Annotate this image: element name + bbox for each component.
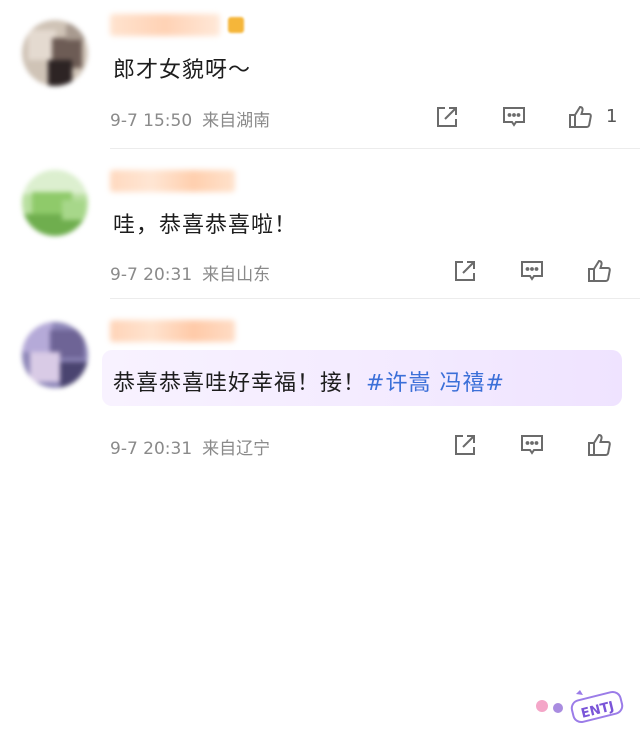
username-blurred[interactable] — [110, 320, 235, 342]
share-button[interactable] — [432, 102, 462, 132]
comment-button[interactable] — [517, 430, 547, 460]
comment-text-main: 恭喜恭喜哇好幸福！接！ — [113, 371, 367, 396]
comment-item: 恭喜恭喜哇好幸福！接！#许嵩 冯禧# ENTJ 9-7 20:31 来自辽宁 — [0, 300, 640, 724]
avatar[interactable] — [22, 322, 88, 388]
like-count: 1 — [606, 106, 618, 127]
username-blurred[interactable] — [110, 170, 235, 192]
entj-sticker-icon: ENTJ — [536, 690, 624, 724]
share-button[interactable] — [450, 430, 480, 460]
comment-text: 哇，恭喜恭喜啦！ — [113, 213, 298, 238]
comment-icon — [521, 261, 543, 281]
share-icon — [437, 107, 457, 127]
comment-button[interactable] — [517, 256, 547, 286]
comment-location: 来自湖南 — [202, 111, 271, 131]
divider — [110, 148, 640, 149]
avatar[interactable] — [22, 20, 88, 86]
comment-location: 来自山东 — [202, 265, 271, 285]
comment-icon — [521, 435, 543, 455]
comment-text: 郎才女貌呀～ — [113, 58, 252, 83]
share-button[interactable] — [450, 256, 480, 286]
comment-meta: 9-7 15:50 来自湖南 — [110, 106, 270, 131]
comment-item: 郎才女貌呀～ 9-7 15:50 来自湖南 1 — [0, 0, 640, 150]
comment-time: 9-7 20:31 — [110, 265, 193, 285]
vip-badge-icon — [228, 17, 244, 33]
comment-icon — [503, 107, 525, 127]
share-icon — [455, 261, 475, 281]
hashtag-link[interactable]: #许嵩 冯禧# — [366, 371, 505, 396]
like-button[interactable] — [584, 256, 614, 286]
avatar[interactable] — [22, 170, 88, 236]
comment-meta: 9-7 20:31 来自辽宁 — [110, 434, 270, 459]
comment-meta: 9-7 20:31 来自山东 — [110, 260, 270, 285]
thumbs-up-icon — [569, 105, 592, 128]
comment-time: 9-7 20:31 — [110, 439, 193, 459]
username-blurred[interactable] — [110, 14, 220, 36]
comment-button[interactable] — [499, 102, 529, 132]
comment-text: 恭喜恭喜哇好幸福！接！#许嵩 冯禧# — [113, 365, 505, 397]
thumbs-up-icon — [588, 259, 611, 282]
comment-item: 哇，恭喜恭喜啦！ 9-7 20:31 来自山东 — [0, 150, 640, 300]
like-button[interactable] — [565, 102, 595, 132]
comment-location: 来自辽宁 — [202, 439, 271, 459]
divider — [110, 298, 640, 299]
comment-time: 9-7 15:50 — [110, 111, 193, 131]
like-button[interactable] — [584, 430, 614, 460]
thumbs-up-icon — [588, 433, 611, 456]
share-icon — [455, 435, 475, 455]
